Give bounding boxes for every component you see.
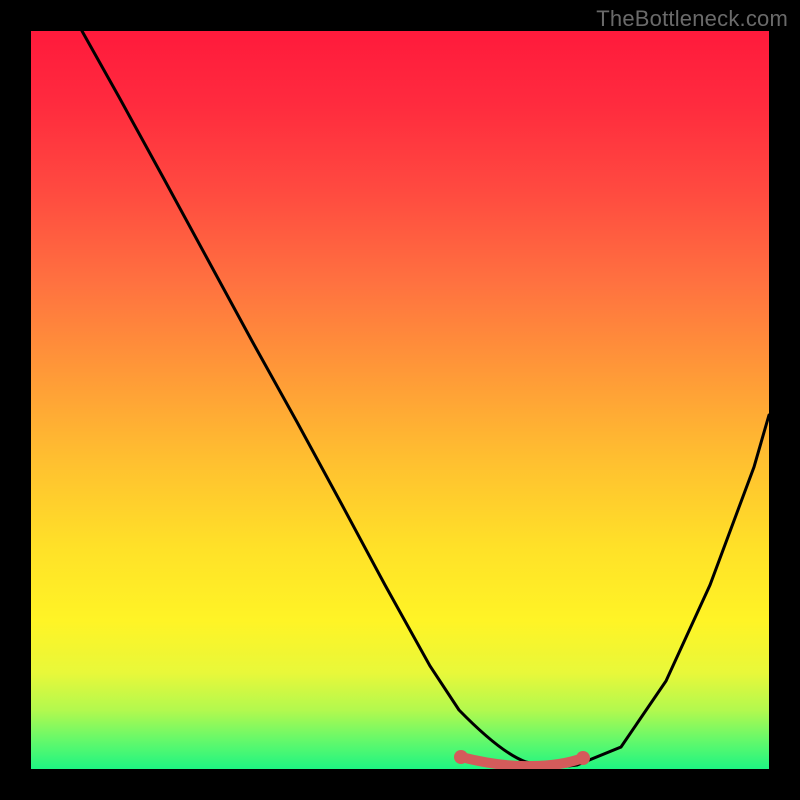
minimum-band-start-dot — [454, 750, 468, 764]
bottleneck-curve — [82, 31, 769, 766]
watermark-text: TheBottleneck.com — [596, 6, 788, 32]
plot-area — [31, 31, 769, 769]
curve-layer — [31, 31, 769, 769]
minimum-band — [461, 757, 583, 766]
minimum-band-end-dot — [576, 751, 590, 765]
chart-canvas: TheBottleneck.com — [0, 0, 800, 800]
